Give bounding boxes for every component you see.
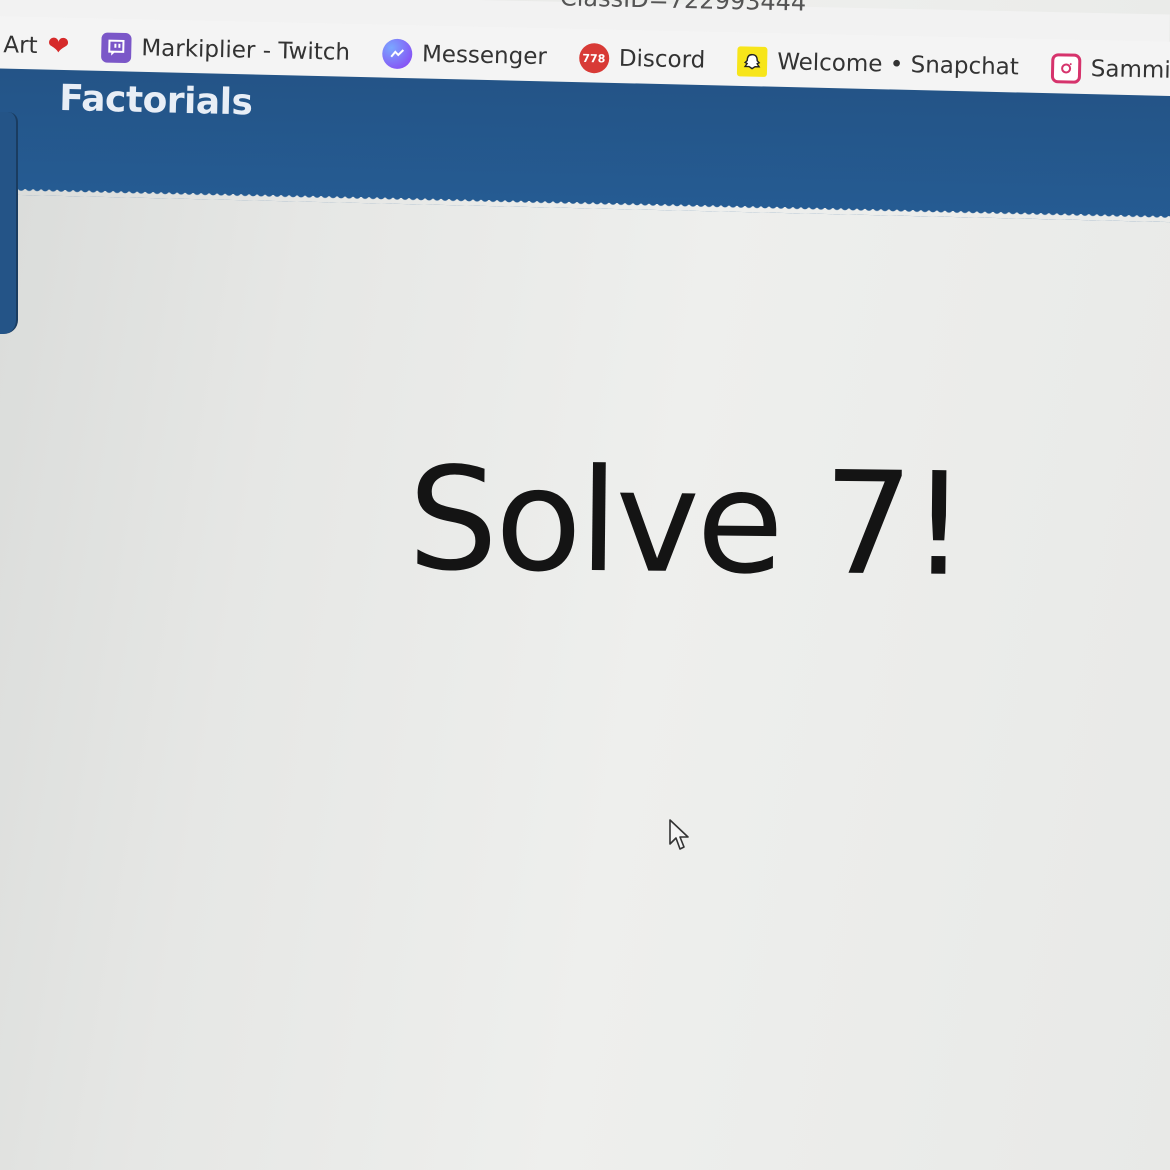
main-content [0, 210, 1170, 1170]
problem-text: Solve 7! [407, 437, 966, 608]
bookmark-label: Art [3, 32, 38, 60]
bookmark-twitch[interactable]: Markiplier - Twitch [101, 32, 350, 67]
bookmark-snapchat[interactable]: Welcome • Snapchat [736, 46, 1020, 82]
bookmark-art[interactable]: Art ❤ [3, 30, 70, 61]
bookmark-label: Welcome • Snapchat [776, 49, 1020, 81]
bookmark-label: Messenger [421, 41, 548, 71]
bookmark-messenger[interactable]: Messenger [381, 38, 548, 73]
twitch-icon [101, 32, 132, 64]
bookmark-instagram[interactable]: Sammi 🤠 [1050, 53, 1170, 86]
discord-icon: 778 [578, 42, 610, 74]
instagram-icon [1050, 53, 1082, 84]
screen: ClassID=722993444 Art ❤ Markiplier - Twi… [0, 0, 1170, 1170]
mouse-pointer-icon [669, 819, 689, 850]
heart-icon: ❤ [47, 31, 70, 62]
bookmark-label: Sammi [1090, 56, 1170, 84]
snapchat-icon [736, 46, 768, 77]
page-title: Factorials [58, 77, 253, 124]
bookmark-label: Markiplier - Twitch [141, 35, 351, 66]
bookmark-label: Discord [618, 45, 706, 74]
bookmark-discord[interactable]: 778 Discord [578, 42, 706, 76]
messenger-icon [381, 38, 413, 70]
